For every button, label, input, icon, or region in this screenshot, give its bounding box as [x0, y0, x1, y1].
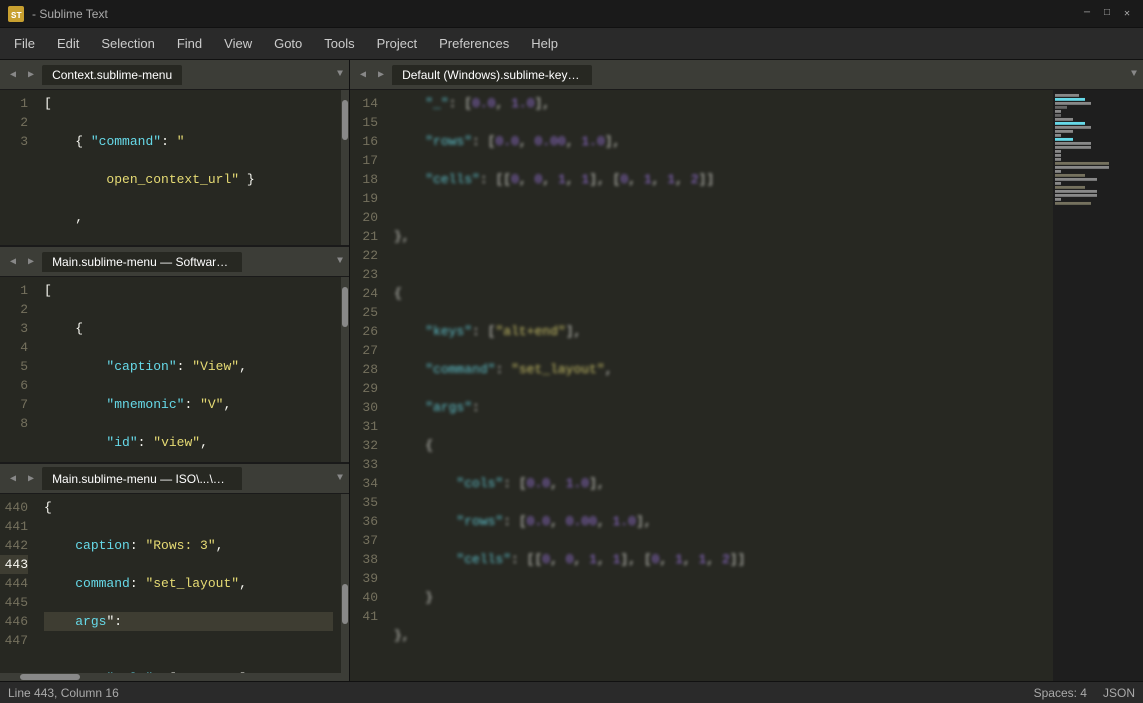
pane3-header: ◀ ▶ Main.sublime-menu — ISO\...\新增資料夾 ▼ — [0, 464, 349, 494]
pane1-scrollbar[interactable] — [341, 90, 349, 245]
right-next[interactable]: ▶ — [374, 67, 388, 83]
main-area: ◀ ▶ Context.sublime-menu ▼ 1 2 3 [ — [0, 60, 1143, 681]
menubar: FileEditSelectionFindViewGotoToolsProjec… — [0, 28, 1143, 60]
right-code-content[interactable]: "_": [0.0, 1.0], "rows": [0.0, 0.00, 1.0… — [386, 90, 1053, 681]
menu-item-selection[interactable]: Selection — [91, 32, 164, 55]
pane2-nav: ◀ ▶ Main.sublime-menu — Software\...\Use… — [6, 252, 242, 272]
menu-item-help[interactable]: Help — [521, 32, 568, 55]
menu-item-file[interactable]: File — [4, 32, 45, 55]
menu-item-edit[interactable]: Edit — [47, 32, 89, 55]
status-spaces[interactable]: Spaces: 4 — [1034, 686, 1087, 700]
pane2-scrollbar[interactable] — [341, 277, 349, 462]
pane3-code: 440 441 442 443 444 445 446 447 { captio… — [0, 494, 349, 673]
statusbar: Line 443, Column 16 Spaces: 4 JSON — [0, 681, 1143, 703]
statusbar-right: Spaces: 4 JSON — [1034, 686, 1135, 700]
pane3-code-content[interactable]: { caption: "Rows: 3", command: "set_layo… — [36, 494, 341, 673]
pane2-code-content[interactable]: [ { "caption": "View", "mnemonic": "V", … — [36, 277, 341, 462]
svg-text:ST: ST — [11, 11, 22, 21]
left-panel: ◀ ▶ Context.sublime-menu ▼ 1 2 3 [ — [0, 60, 350, 681]
status-position: Line 443, Column 16 — [8, 686, 119, 700]
menu-item-project[interactable]: Project — [367, 32, 427, 55]
pane2-code: 1 2 3 4 5 6 7 8 [ { "caption": "View", "… — [0, 277, 349, 462]
pane-context-menu: ◀ ▶ Context.sublime-menu ▼ 1 2 3 [ — [0, 60, 349, 245]
pane2-tab[interactable]: Main.sublime-menu — Software\...\User — [42, 252, 242, 272]
right-code-area: 14 15 16 17 18 19 20 21 22 23 24 25 26 2… — [350, 90, 1143, 681]
pane3-prev[interactable]: ◀ — [6, 471, 20, 487]
pane3-scrollbar[interactable] — [341, 494, 349, 673]
app-icon: ST — [8, 6, 24, 22]
pane-main-menu-user: ◀ ▶ Main.sublime-menu — Software\...\Use… — [0, 247, 349, 462]
minimap-content: ████████████████ ████████████████████ ██… — [1053, 90, 1143, 681]
pane3-line-numbers: 440 441 442 443 444 445 446 447 — [0, 494, 36, 673]
close-button[interactable]: ✕ — [1119, 6, 1135, 22]
right-line-numbers: 14 15 16 17 18 19 20 21 22 23 24 25 26 2… — [350, 90, 386, 681]
minimap: ████████████████ ████████████████████ ██… — [1053, 90, 1143, 681]
pane1-code: 1 2 3 [ { "command": " open_context_url"… — [0, 90, 349, 245]
pane-main-menu-iso: ◀ ▶ Main.sublime-menu — ISO\...\新增資料夾 ▼ … — [0, 464, 349, 681]
status-syntax[interactable]: JSON — [1103, 686, 1135, 700]
pane2-line-numbers: 1 2 3 4 5 6 7 8 — [0, 277, 36, 462]
menu-item-view[interactable]: View — [214, 32, 262, 55]
right-panel: ◀ ▶ Default (Windows).sublime-keymap ▼ 1… — [350, 60, 1143, 681]
titlebar-left: ST - Sublime Text — [8, 6, 108, 22]
pane1-nav: ◀ ▶ Context.sublime-menu — [6, 65, 182, 85]
menu-item-tools[interactable]: Tools — [314, 32, 364, 55]
pane3-dropdown[interactable]: ▼ — [337, 473, 343, 484]
pane1-prev[interactable]: ◀ — [6, 67, 20, 83]
pane3-nav: ◀ ▶ Main.sublime-menu — ISO\...\新增資料夾 — [6, 467, 242, 490]
pane1-next[interactable]: ▶ — [24, 67, 38, 83]
maximize-button[interactable]: □ — [1099, 6, 1115, 22]
minimize-button[interactable]: ─ — [1079, 6, 1095, 22]
pane2-dropdown[interactable]: ▼ — [337, 256, 343, 267]
pane2-prev[interactable]: ◀ — [6, 254, 20, 270]
right-header: ◀ ▶ Default (Windows).sublime-keymap ▼ — [350, 60, 1143, 90]
pane3-hscrollbar[interactable] — [0, 673, 349, 681]
pane1-header: ◀ ▶ Context.sublime-menu ▼ — [0, 60, 349, 90]
pane3-tab[interactable]: Main.sublime-menu — ISO\...\新增資料夾 — [42, 467, 242, 490]
window-title: - Sublime Text — [32, 7, 108, 21]
menu-item-goto[interactable]: Goto — [264, 32, 312, 55]
titlebar: ST - Sublime Text ─ □ ✕ — [0, 0, 1143, 28]
pane1-code-content[interactable]: [ { "command": " open_context_url" } , {… — [36, 90, 341, 245]
pane1-line-numbers: 1 2 3 — [0, 90, 36, 245]
pane1-tab[interactable]: Context.sublime-menu — [42, 65, 182, 85]
pane2-next[interactable]: ▶ — [24, 254, 38, 270]
right-nav: ◀ ▶ Default (Windows).sublime-keymap — [356, 65, 592, 85]
pane2-header: ◀ ▶ Main.sublime-menu — Software\...\Use… — [0, 247, 349, 277]
pane1-dropdown[interactable]: ▼ — [337, 69, 343, 80]
window-controls: ─ □ ✕ — [1079, 6, 1135, 22]
menu-item-find[interactable]: Find — [167, 32, 212, 55]
right-dropdown[interactable]: ▼ — [1131, 69, 1137, 80]
right-tab[interactable]: Default (Windows).sublime-keymap — [392, 65, 592, 85]
pane3-next[interactable]: ▶ — [24, 471, 38, 487]
menu-item-preferences[interactable]: Preferences — [429, 32, 519, 55]
right-prev[interactable]: ◀ — [356, 67, 370, 83]
